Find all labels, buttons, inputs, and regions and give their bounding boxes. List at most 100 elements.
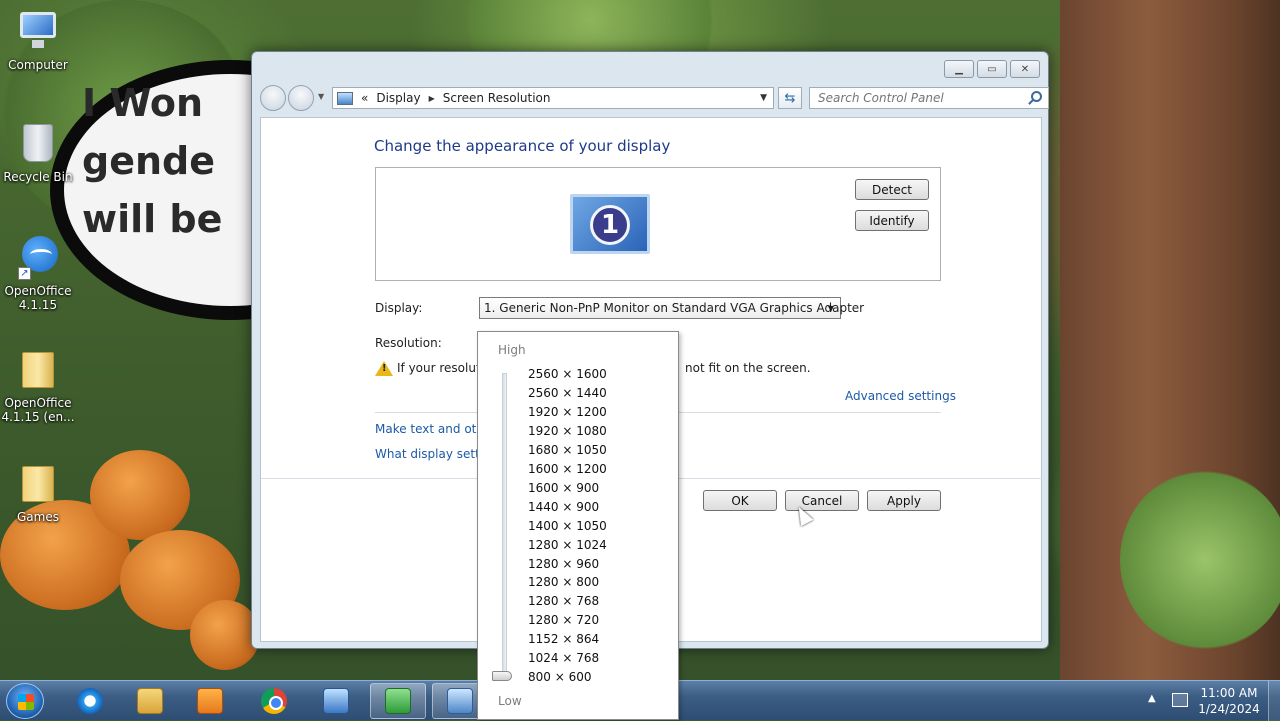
display-label: Display: xyxy=(375,301,423,315)
folder-icon xyxy=(16,460,60,504)
taskbar-network[interactable] xyxy=(308,683,364,719)
media-player-icon xyxy=(197,688,223,714)
search-input[interactable] xyxy=(816,90,1016,106)
show-desktop-button[interactable] xyxy=(1268,681,1280,721)
taskbar-windows-explorer[interactable] xyxy=(122,683,178,719)
navigation-bar: ▼ « Display ▶ Screen Resolution ▼ ⇆ xyxy=(260,85,1049,111)
detect-button[interactable]: Detect xyxy=(855,179,929,200)
monitor-number: 1 xyxy=(590,205,630,245)
bubble-line: I Won xyxy=(82,81,204,125)
search-icon[interactable] xyxy=(1031,91,1042,102)
apply-button[interactable]: Apply xyxy=(867,490,941,511)
desktop-icon-openoffice[interactable]: ↗ OpenOffice 4.1.15 xyxy=(0,234,76,312)
desktop-icon-label: OpenOffice 4.1.15 (en... xyxy=(1,396,75,424)
advanced-settings-link[interactable]: Advanced settings xyxy=(845,389,956,403)
resolution-option[interactable]: 1280 × 720 xyxy=(528,613,599,627)
taskbar-chrome[interactable] xyxy=(246,683,302,719)
resolution-option[interactable]: 1024 × 768 xyxy=(528,651,599,665)
refresh-icon: ⇆ xyxy=(784,90,796,106)
resolution-option[interactable]: 1400 × 1050 xyxy=(528,519,607,533)
resolution-slider-thumb[interactable] xyxy=(492,671,512,681)
clock-date: 1/24/2024 xyxy=(1198,702,1260,716)
bubble-line: gende xyxy=(82,139,215,183)
resolution-option[interactable]: 1920 × 1200 xyxy=(528,405,607,419)
display-select[interactable]: 1. Generic Non-PnP Monitor on Standard V… xyxy=(479,297,864,319)
forward-button[interactable] xyxy=(288,85,314,111)
taskbar-green-app[interactable] xyxy=(370,683,426,719)
breadcrumb-screen-resolution[interactable]: Screen Resolution xyxy=(443,91,551,105)
breadcrumb-display[interactable]: Display xyxy=(376,91,420,105)
desktop-icon-label: Computer xyxy=(8,58,68,72)
control-panel-icon xyxy=(447,688,473,714)
close-button[interactable]: ✕ xyxy=(1010,60,1040,78)
monitor-1-tile[interactable]: 1 xyxy=(570,194,650,254)
resolution-option[interactable]: 1600 × 900 xyxy=(528,481,599,495)
clock-time: 11:00 AM xyxy=(1200,686,1258,700)
display-select-value: 1. Generic Non-PnP Monitor on Standard V… xyxy=(484,301,865,315)
computer-icon xyxy=(16,8,60,52)
clock[interactable]: 11:00 AM 1/24/2024 xyxy=(1196,685,1262,717)
taskbar-media-player[interactable] xyxy=(182,683,238,719)
maximize-button[interactable]: ▭ xyxy=(977,60,1007,78)
warning-icon xyxy=(375,361,393,376)
speech-bubble-text: I Won gende will be xyxy=(82,74,222,248)
minimize-button[interactable]: ▁ xyxy=(944,60,974,78)
chevron-down-icon: ▼ xyxy=(827,303,834,313)
control-panel-icon xyxy=(337,91,353,105)
resolution-option[interactable]: 1280 × 768 xyxy=(528,594,599,608)
folder-icon xyxy=(16,346,60,390)
resolution-option[interactable]: 1280 × 960 xyxy=(528,557,599,571)
breadcrumb-separator-icon[interactable]: ▶ xyxy=(429,94,435,103)
back-button[interactable] xyxy=(260,85,286,111)
warning-text-end: not fit on the screen. xyxy=(685,361,811,375)
taskbar-internet-explorer[interactable] xyxy=(62,683,118,719)
resolution-option[interactable]: 2560 × 1440 xyxy=(528,386,607,400)
bubble-line: will be xyxy=(82,197,223,241)
desktop-icon-openoffice-folder[interactable]: OpenOffice 4.1.15 (en... xyxy=(0,346,76,424)
slider-high-label: High xyxy=(498,343,526,357)
desktop-icon-games[interactable]: Games xyxy=(0,460,76,524)
windows-explorer-icon xyxy=(137,688,163,714)
monitor-preview: 1 Detect Identify xyxy=(375,167,941,281)
search-box[interactable] xyxy=(809,87,1049,109)
breadcrumb-overflow[interactable]: « xyxy=(361,91,368,105)
network-status-icon[interactable] xyxy=(1172,693,1188,707)
desktop-icon-recycle-bin[interactable]: Recycle Bin xyxy=(0,120,76,184)
resolution-dropdown[interactable]: High 2560 × 1600 2560 × 1440 1920 × 1200 19… xyxy=(477,331,679,720)
refresh-button[interactable]: ⇆ xyxy=(778,87,802,109)
desktop-icon-label: OpenOffice 4.1.15 xyxy=(4,284,72,312)
ok-button[interactable]: OK xyxy=(703,490,777,511)
address-dropdown-icon[interactable]: ▼ xyxy=(760,93,767,103)
resolution-option[interactable]: 1152 × 864 xyxy=(528,632,599,646)
foliage xyxy=(1120,470,1280,650)
green-app-icon xyxy=(385,688,411,714)
pumpkin xyxy=(90,450,190,540)
network-icon xyxy=(323,688,349,714)
resolution-option[interactable]: 1280 × 1024 xyxy=(528,538,607,552)
desktop-icon-computer[interactable]: Computer xyxy=(0,8,76,72)
identify-button[interactable]: Identify xyxy=(855,210,929,231)
chrome-icon xyxy=(261,688,287,714)
recycle-bin-icon xyxy=(16,120,60,164)
slider-low-label: Low xyxy=(498,694,522,708)
resolution-slider-track[interactable] xyxy=(502,373,507,679)
resolution-option[interactable]: 1440 × 900 xyxy=(528,500,599,514)
resolution-label: Resolution: xyxy=(375,336,442,350)
resolution-option[interactable]: 1600 × 1200 xyxy=(528,462,607,476)
address-bar[interactable]: « Display ▶ Screen Resolution ▼ xyxy=(332,87,774,109)
resolution-option[interactable]: 2560 × 1600 xyxy=(528,367,607,381)
resolution-option[interactable]: 1920 × 1080 xyxy=(528,424,607,438)
recent-pages-chevron-icon[interactable]: ▼ xyxy=(318,92,324,101)
show-hidden-icons-icon[interactable]: ▲ xyxy=(1148,693,1156,704)
desktop-icon-label: Recycle Bin xyxy=(3,170,73,184)
resolution-option[interactable]: 1680 × 1050 xyxy=(528,443,607,457)
page-title: Change the appearance of your display xyxy=(374,137,671,155)
start-button[interactable] xyxy=(6,683,44,719)
resolution-option[interactable]: 1280 × 800 xyxy=(528,575,599,589)
desktop-icon-label: Games xyxy=(17,510,59,524)
pumpkin xyxy=(190,600,260,670)
internet-explorer-icon xyxy=(77,688,103,714)
openoffice-icon: ↗ xyxy=(16,234,60,280)
window-controls: ▁ ▭ ✕ xyxy=(944,60,1040,78)
resolution-option[interactable]: 800 × 600 xyxy=(528,670,592,684)
